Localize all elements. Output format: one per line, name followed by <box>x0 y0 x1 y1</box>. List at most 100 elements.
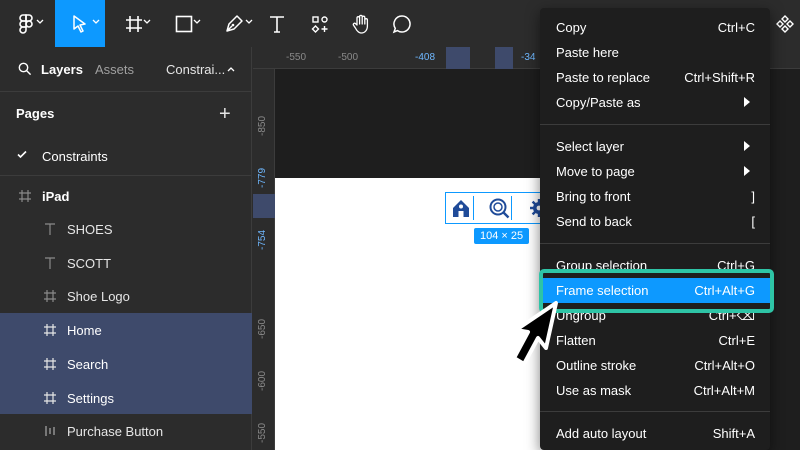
menu-item-paste-to-replace[interactable]: Paste to replace Ctrl+Shift+R <box>540 65 770 90</box>
menu-item-move-to-page[interactable]: Move to page <box>540 159 770 184</box>
tab-assets[interactable]: Assets <box>95 62 134 77</box>
ruler-selection-mark <box>495 47 513 69</box>
text-tool-button[interactable] <box>262 0 292 47</box>
layer-row[interactable]: Settings <box>0 381 252 414</box>
context-menu: Copy Ctrl+C Paste here Paste to replace Ct… <box>540 8 770 450</box>
layer-label: SCOTT <box>67 256 112 271</box>
menu-divider <box>540 243 770 244</box>
layer-label: Shoe Logo <box>67 289 130 304</box>
shape-tool-button[interactable] <box>163 0 205 47</box>
layer-label: iPad <box>42 189 70 204</box>
ruler-tick: -550 <box>286 52 307 63</box>
hand-tool-button[interactable] <box>346 0 376 47</box>
ruler-tick: -754 <box>257 229 268 250</box>
auto-layout-icon <box>45 426 55 436</box>
menu-item-shortcut: [ <box>751 214 755 229</box>
menu-item-label: Copy/Paste as <box>556 95 641 110</box>
menu-item-shortcut: Shift+A <box>712 426 755 441</box>
frame-hash-icon <box>44 324 56 336</box>
menu-item-label: Paste here <box>556 45 619 60</box>
menu-item-flatten[interactable]: Flatten Ctrl+E <box>540 328 770 353</box>
checkmark-icon <box>17 150 27 159</box>
comment-tool-button[interactable] <box>387 0 417 47</box>
layer-row[interactable]: Shoe Logo <box>0 280 252 313</box>
size-badge: 104 × 25 <box>474 228 530 244</box>
selection-box[interactable] <box>445 192 555 224</box>
menu-item-shortcut: Ctrl+C <box>717 20 755 35</box>
menu-item-copy[interactable]: Copy Ctrl+C <box>540 15 770 40</box>
chevron-down-icon <box>36 19 44 24</box>
frame-hash-icon <box>44 392 56 404</box>
ruler-tick: -779 <box>257 167 268 188</box>
layer-row[interactable]: SHOES <box>0 213 252 246</box>
add-page-button[interactable]: + <box>219 103 231 126</box>
menu-item-label: Outline stroke <box>556 358 637 373</box>
layer-row[interactable]: SCOTT <box>0 247 252 280</box>
hand-icon <box>352 14 369 34</box>
chevron-down-icon <box>143 19 151 24</box>
menu-item-paste-here[interactable]: Paste here <box>540 40 770 65</box>
layer-row[interactable]: Home <box>0 313 252 347</box>
menu-item-shortcut: ] <box>751 189 755 204</box>
search-icon[interactable] <box>18 62 32 76</box>
menu-item-use-as-mask[interactable]: Use as mask Ctrl+Alt+M <box>540 378 770 403</box>
menu-item-select-layer[interactable]: Select layer <box>540 134 770 159</box>
submenu-arrow-icon <box>744 141 750 151</box>
figma-app: Layers Assets Constrai... Pages + Constr… <box>0 0 800 450</box>
menu-item-label: Copy <box>556 20 587 35</box>
chevron-up-icon[interactable] <box>227 66 235 72</box>
tab-layers[interactable]: Layers <box>41 62 83 77</box>
pages-header: Pages + <box>0 92 252 136</box>
menu-item-label: Send to back <box>556 214 632 229</box>
page-item-current[interactable]: Constraints <box>0 136 252 176</box>
resources-button[interactable] <box>305 0 335 47</box>
layer-label: Settings <box>67 391 114 406</box>
panel-tabs: Layers Assets Constrai... <box>0 47 252 92</box>
layer-label: SHOES <box>67 222 113 237</box>
component-button[interactable] <box>770 0 800 47</box>
submenu-arrow-icon <box>744 97 750 107</box>
ruler-tick: -650 <box>257 318 268 339</box>
pen-icon <box>226 14 243 32</box>
layers-panel: Layers Assets Constrai... Pages + Constr… <box>0 47 252 450</box>
menu-item-label: Paste to replace <box>556 70 650 85</box>
menu-item-outline-stroke[interactable]: Outline stroke Ctrl+Alt+O <box>540 353 770 378</box>
menu-item-shortcut: Ctrl+E <box>718 333 755 348</box>
pages-title: Pages <box>16 106 55 121</box>
frame-hash-icon <box>44 290 56 302</box>
menu-item-add-auto-layout[interactable]: Add auto layout Shift+A <box>540 421 770 446</box>
layer-row[interactable]: iPad <box>0 180 252 213</box>
layer-row[interactable]: Search <box>0 347 252 381</box>
text-t-icon <box>45 223 55 235</box>
menu-item-bring-to-front[interactable]: Bring to front] <box>540 184 770 209</box>
layer-label: Home <box>67 323 102 338</box>
chevron-down-icon <box>92 19 100 24</box>
menu-item-label: Move to page <box>556 164 635 179</box>
ruler-tick: -850 <box>257 115 268 136</box>
submenu-arrow-icon <box>744 166 750 176</box>
layer-label: Purchase Button <box>67 424 164 439</box>
text-t-icon <box>45 257 55 269</box>
page-selector[interactable]: Constrai... <box>166 62 225 77</box>
text-t-icon <box>270 15 284 33</box>
move-pointer-icon <box>73 14 86 33</box>
move-tool-button[interactable] <box>55 0 105 47</box>
pen-tool-button[interactable] <box>213 0 255 47</box>
menu-item-shortcut: Ctrl+Alt+M <box>693 383 755 398</box>
menu-item-label: Use as mask <box>556 383 632 398</box>
figma-logo-icon <box>19 13 33 34</box>
menu-item-send-to-back[interactable]: Send to back [ <box>540 209 770 234</box>
ruler-tick: -34 <box>521 52 536 63</box>
layer-row[interactable]: Purchase Button <box>0 415 252 448</box>
highlight-annotation <box>539 269 774 313</box>
menu-divider <box>540 411 770 412</box>
ruler-tick: -408 <box>415 52 436 63</box>
menu-divider <box>540 124 770 125</box>
menu-item-copy-paste-as[interactable]: Copy/Paste as <box>540 90 770 115</box>
chevron-down-icon <box>193 19 201 24</box>
main-menu-button[interactable] <box>6 0 46 47</box>
menu-item-label: Bring to front <box>556 189 631 204</box>
frame-tool-button[interactable] <box>114 0 154 47</box>
layer-label: Search <box>67 357 109 372</box>
home-icon <box>448 196 474 220</box>
